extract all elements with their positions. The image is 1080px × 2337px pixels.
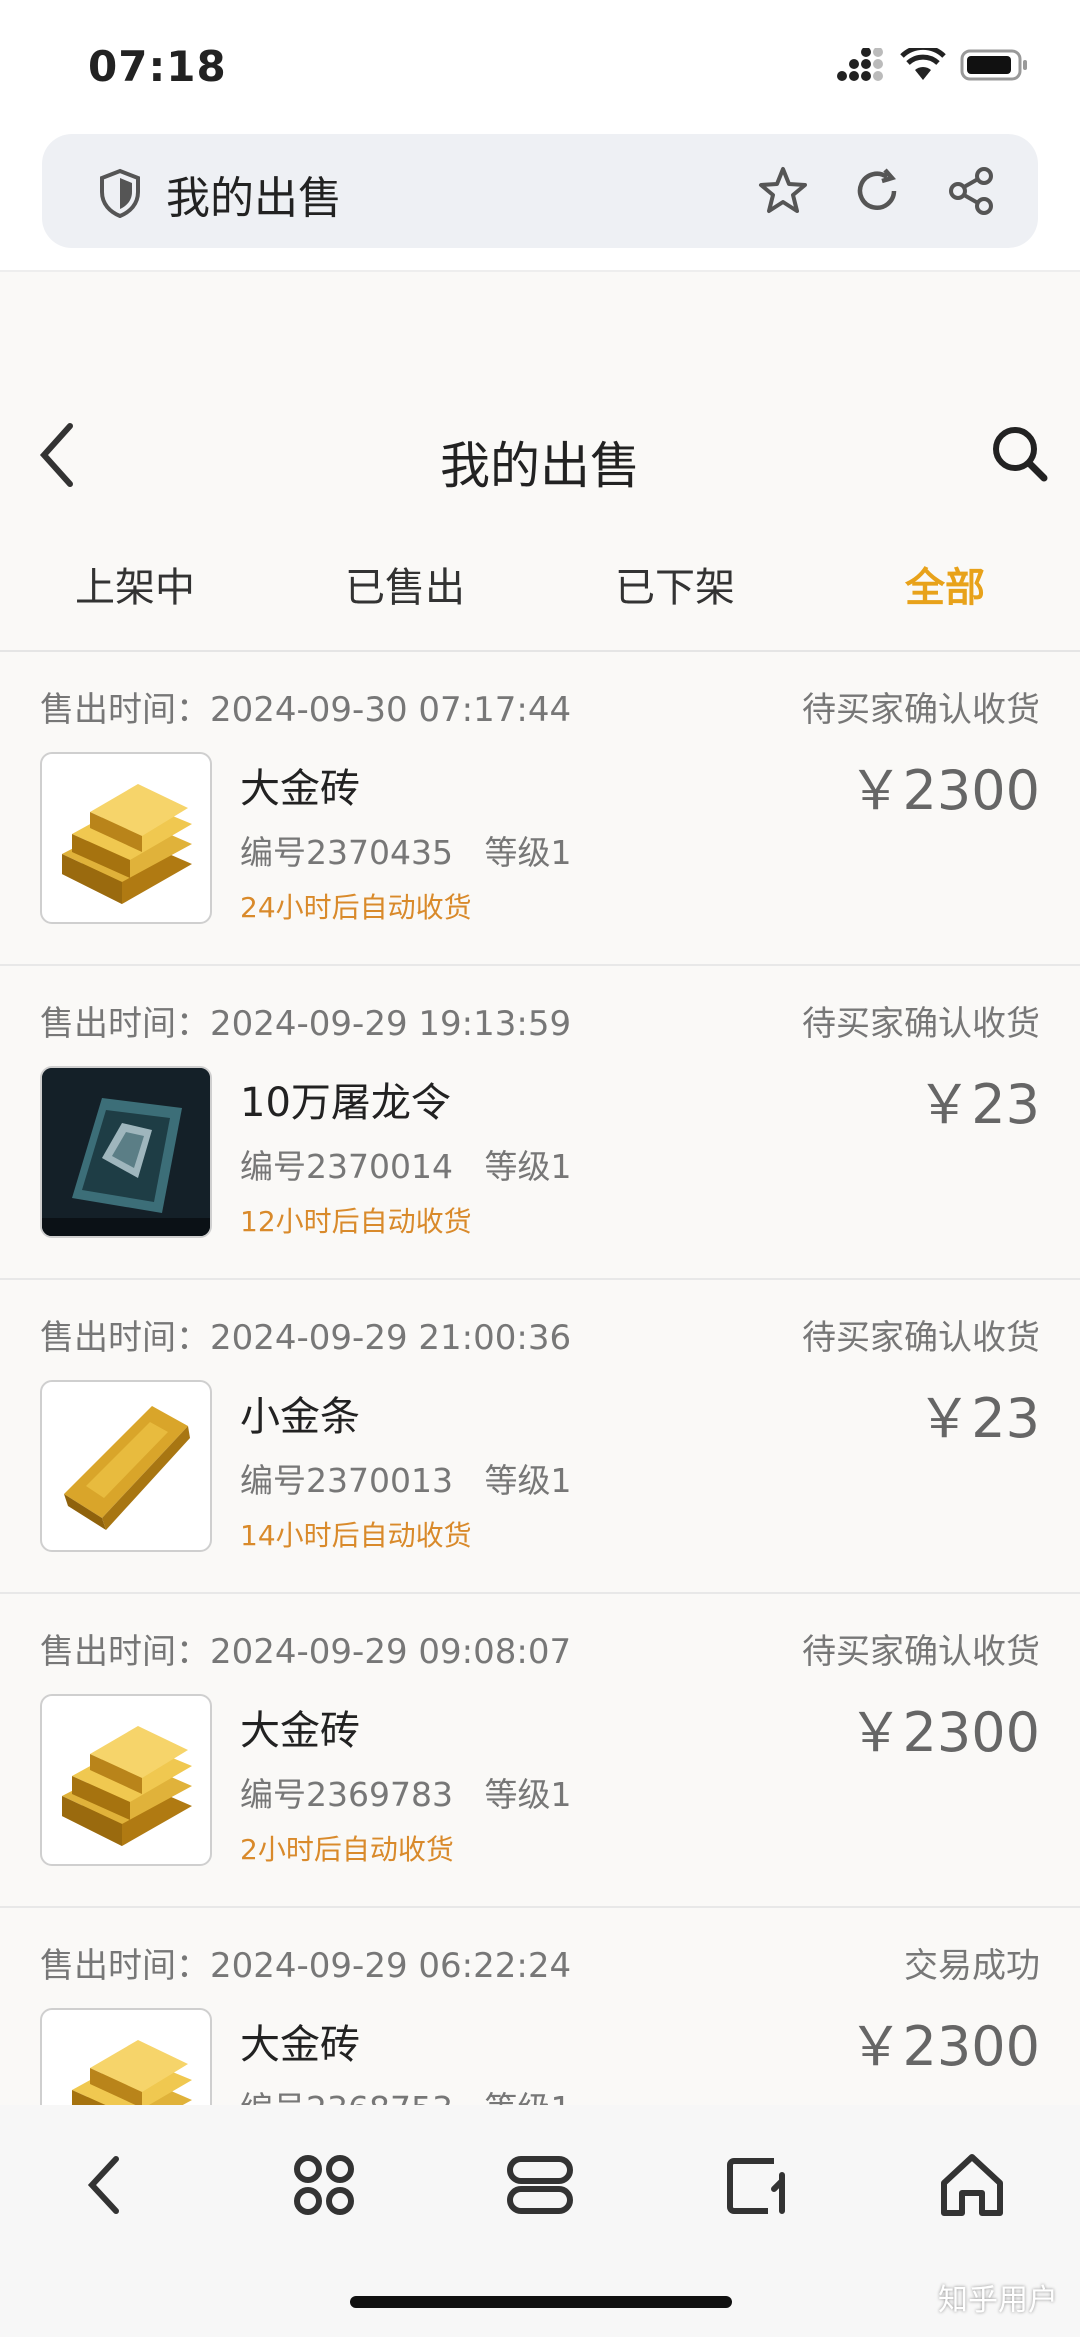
- status-bar: 07:18: [0, 0, 1080, 130]
- order-list: 售出时间：2024-09-30 07:17:44 待买家确认收货 大金砖 编号2…: [0, 652, 1080, 2222]
- sold-time: 售出时间：2024-09-29 09:08:07: [40, 1632, 572, 1672]
- item-price: ￥23: [917, 1073, 1040, 1136]
- refresh-icon[interactable]: [850, 164, 904, 218]
- item-image-gold-bar: [40, 1380, 212, 1552]
- window-icon[interactable]: [716, 2145, 796, 2225]
- item-name: 10万屠龙令: [240, 1080, 451, 1126]
- item-name: 小金条: [240, 1394, 360, 1440]
- wifi-icon: [900, 48, 946, 80]
- item-image-gold-bricks: [40, 1694, 212, 1866]
- tab-listing[interactable]: 上架中: [0, 548, 270, 650]
- search-button[interactable]: [988, 422, 1050, 484]
- tab-sold[interactable]: 已售出: [270, 548, 540, 650]
- tab-all[interactable]: 全部: [810, 548, 1080, 650]
- sold-time: 售出时间：2024-09-29 19:13:59: [40, 1004, 572, 1044]
- item-image-gold-bricks: [40, 752, 212, 924]
- bottom-actions: [0, 2145, 1080, 2225]
- sold-time: 售出时间：2024-09-29 21:00:36: [40, 1318, 572, 1358]
- order-card[interactable]: 售出时间：2024-09-29 21:00:36 待买家确认收货 小金条 编号2…: [0, 1280, 1080, 1594]
- sold-time: 售出时间：2024-09-29 06:22:24: [40, 1946, 572, 1986]
- tabs-icon[interactable]: [500, 2145, 580, 2225]
- item-name: 大金砖: [240, 766, 360, 812]
- watermark: 知乎用户: [938, 2283, 1058, 2318]
- status-time: 07:18: [88, 42, 227, 91]
- home-icon[interactable]: [932, 2145, 1012, 2225]
- item-meta: 编号2370435 等级1: [240, 833, 572, 872]
- page-title: 我的出售: [440, 437, 640, 495]
- item-meta: 编号2370014 等级1: [240, 1147, 572, 1186]
- back-icon[interactable]: [68, 2145, 148, 2225]
- order-card[interactable]: 售出时间：2024-09-29 19:13:59 待买家确认收货 10万屠龙令 …: [0, 966, 1080, 1280]
- home-indicator[interactable]: [350, 2296, 732, 2308]
- share-icon[interactable]: [944, 164, 998, 218]
- browser-actions: [756, 164, 998, 218]
- order-status: 待买家确认收货: [802, 690, 1040, 730]
- system-icons: [836, 48, 1030, 82]
- item-price: ￥23: [917, 1387, 1040, 1450]
- item-meta: 编号2370013 等级1: [240, 1461, 572, 1500]
- order-status: 交易成功: [904, 1946, 1040, 1986]
- order-card[interactable]: 售出时间：2024-09-29 09:08:07 待买家确认收货 大金砖 编号2…: [0, 1594, 1080, 1908]
- item-name: 大金砖: [240, 2022, 360, 2068]
- browser-toolbar: 我的出售: [0, 130, 1080, 272]
- filter-tabs: 上架中 已售出 已下架 全部: [0, 548, 1080, 652]
- address-bar[interactable]: 我的出售: [42, 134, 1038, 248]
- item-meta: 编号2369783 等级1: [240, 1775, 572, 1814]
- order-status: 待买家确认收货: [802, 1318, 1040, 1358]
- auto-receive-note: 24小时后自动收货: [240, 891, 472, 924]
- tab-delisted[interactable]: 已下架: [540, 548, 810, 650]
- auto-receive-note: 14小时后自动收货: [240, 1519, 472, 1552]
- item-price: ￥2300: [848, 2015, 1040, 2078]
- favorite-star-icon[interactable]: [756, 164, 810, 218]
- features-icon[interactable]: [284, 2145, 364, 2225]
- address-title: 我的出售: [166, 173, 342, 224]
- search-icon: [993, 427, 1048, 482]
- auto-receive-note: 12小时后自动收货: [240, 1205, 472, 1238]
- battery-icon: [960, 49, 1027, 81]
- item-price: ￥2300: [848, 759, 1040, 822]
- order-status: 待买家确认收货: [802, 1632, 1040, 1672]
- signal-icon: [837, 48, 883, 81]
- item-name: 大金砖: [240, 1708, 360, 1754]
- page-header: 我的出售: [0, 380, 1080, 530]
- shield-icon: [100, 168, 140, 218]
- order-card[interactable]: 售出时间：2024-09-30 07:17:44 待买家确认收货 大金砖 编号2…: [0, 652, 1080, 966]
- item-image-dragon-token: [40, 1066, 212, 1238]
- auto-receive-note: 2小时后自动收货: [240, 1833, 454, 1866]
- item-price: ￥2300: [848, 1701, 1040, 1764]
- order-status: 待买家确认收货: [802, 1004, 1040, 1044]
- sold-time: 售出时间：2024-09-30 07:17:44: [40, 690, 572, 730]
